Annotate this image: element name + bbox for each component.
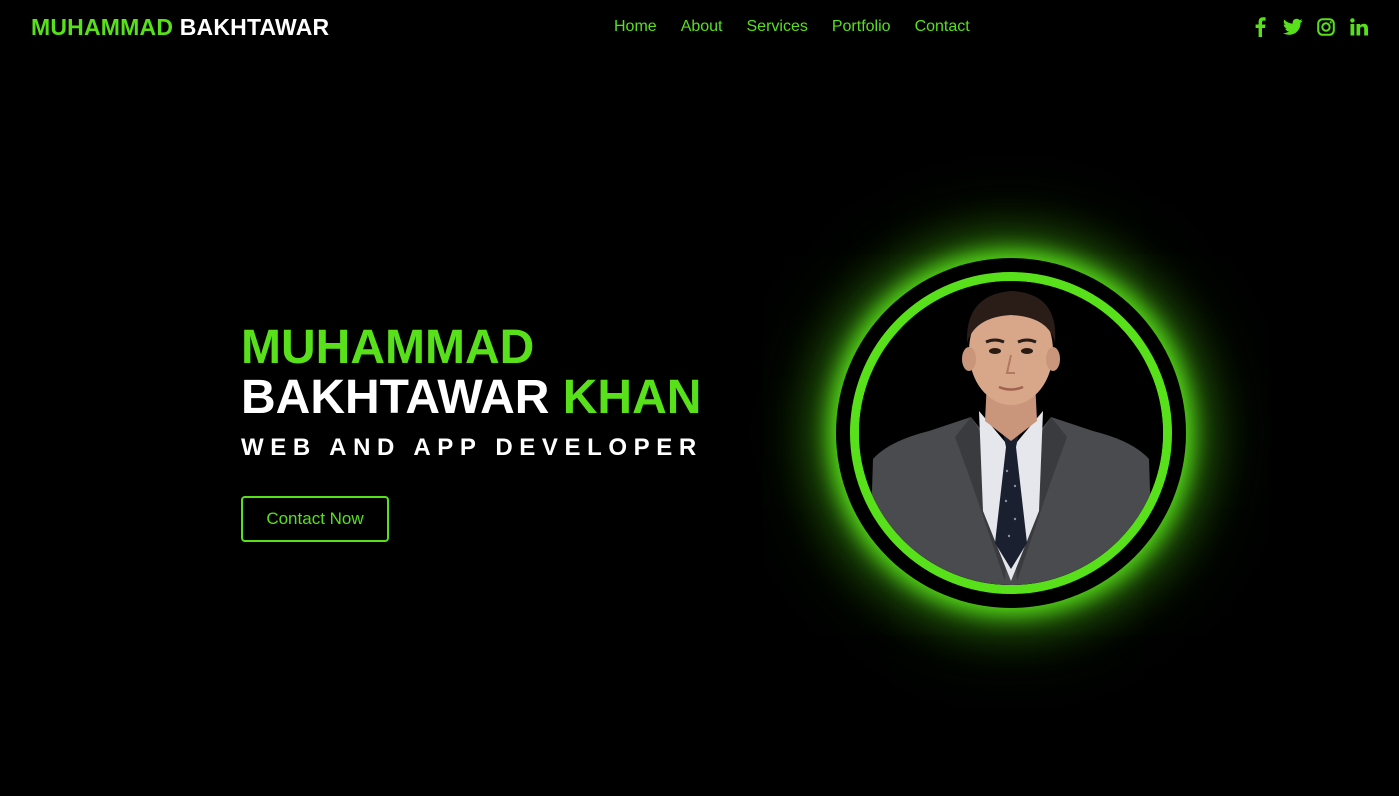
- hero-name-first: MUHAMMAD: [241, 321, 535, 374]
- main-nav: Home About Services Portfolio Contact: [614, 18, 970, 36]
- hero-name-last: KHAN: [562, 371, 702, 424]
- site-header: MUHAMMAD BAKHTAWAR Home About Services P…: [0, 0, 1399, 56]
- contact-now-button[interactable]: Contact Now: [241, 496, 389, 542]
- hero-role: WEB AND APP DEVELOPER: [241, 434, 703, 461]
- linkedin-icon[interactable]: [1349, 17, 1369, 37]
- hero-name: MUHAMMAD BAKHTAWAR KHAN: [241, 323, 701, 423]
- nav-link-about[interactable]: About: [681, 18, 723, 36]
- nav-link-services[interactable]: Services: [747, 18, 808, 36]
- nav-link-contact[interactable]: Contact: [915, 18, 970, 36]
- site-logo[interactable]: MUHAMMAD BAKHTAWAR: [31, 14, 329, 41]
- instagram-icon[interactable]: [1316, 17, 1336, 37]
- profile-photo: [850, 272, 1172, 594]
- logo-last-name: BAKHTAWAR: [179, 14, 330, 40]
- portrait-frame: [836, 258, 1186, 608]
- logo-first-name: MUHAMMAD: [31, 14, 174, 40]
- portfolio-page: MUHAMMAD BAKHTAWAR Home About Services P…: [0, 0, 1399, 796]
- facebook-icon[interactable]: [1250, 17, 1270, 37]
- nav-link-home[interactable]: Home: [614, 18, 657, 36]
- hero-name-middle: BAKHTAWAR: [241, 371, 550, 424]
- nav-link-portfolio[interactable]: Portfolio: [832, 18, 891, 36]
- social-links: [1250, 17, 1369, 37]
- twitter-icon[interactable]: [1283, 17, 1303, 37]
